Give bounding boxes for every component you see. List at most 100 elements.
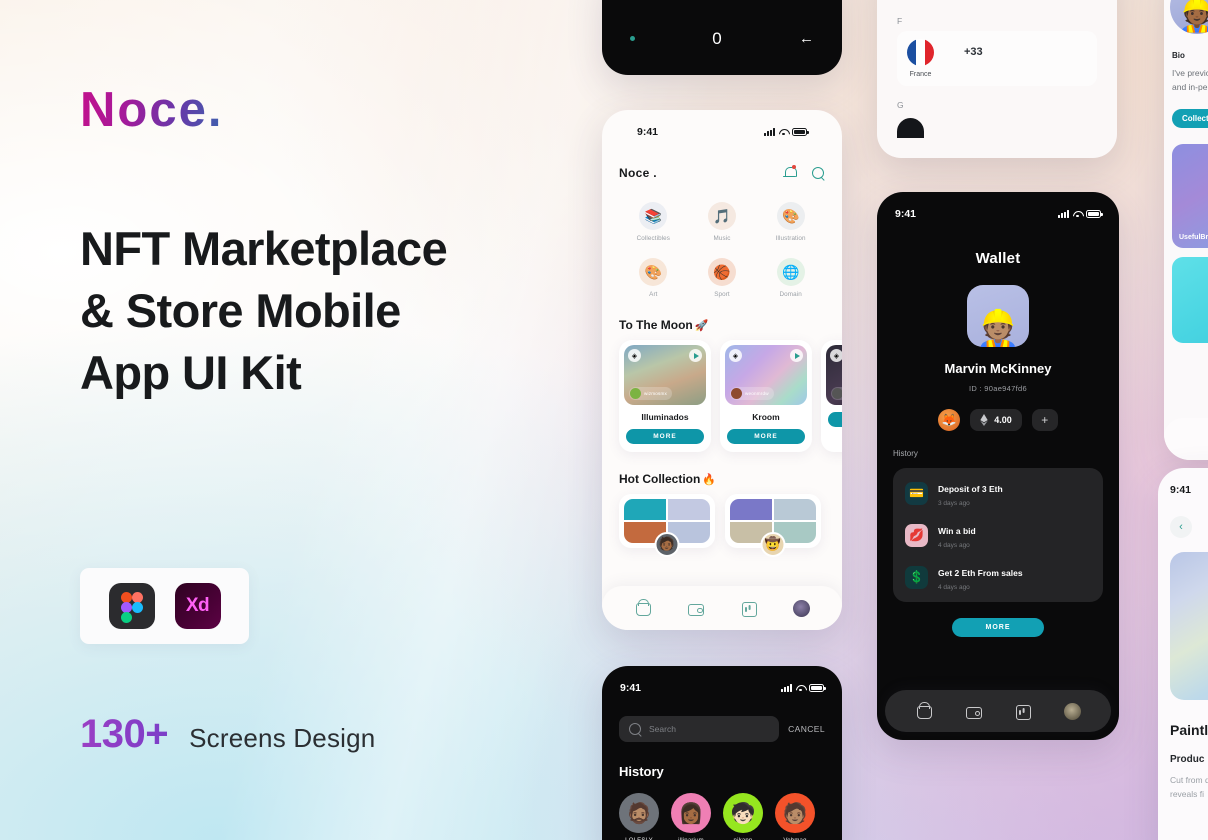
- nft-name: Illuminados: [641, 412, 689, 422]
- nft-more-button[interactable]: MORE: [727, 429, 805, 444]
- tab-stats-icon[interactable]: [1014, 703, 1032, 720]
- collection-badge-icon: ◈: [729, 349, 742, 362]
- to-the-moon-label: To The Moon: [619, 318, 693, 332]
- collection-badge-icon: ◈: [830, 349, 842, 362]
- headline-line-2: & Store Mobile: [80, 284, 401, 338]
- nft-card[interactable]: ◈ weonmrdw Kroom MORE: [720, 340, 812, 452]
- category-item[interactable]: 🎨 Illustration: [756, 202, 825, 242]
- search-screen-mockup: 9:41 Search CANCEL History 🧔🏽LOLESLY 👩🏾il…: [602, 666, 842, 840]
- design-tools-badge: Xd: [80, 568, 249, 644]
- status-time: 9:41: [637, 126, 659, 138]
- wifi-icon: [779, 128, 788, 136]
- transaction-row[interactable]: 💲 Get 2 Eth From sales 4 days ago: [905, 563, 1091, 591]
- nft-card[interactable]: ◈ MORE: [821, 340, 842, 452]
- tab-wallet-icon[interactable]: [965, 703, 982, 720]
- bottom-tab-bar[interactable]: [1164, 418, 1208, 460]
- screens-count-label: Screens Design: [189, 723, 376, 753]
- owner-name: weonmrdw: [745, 391, 769, 396]
- play-icon[interactable]: [790, 349, 803, 362]
- search-icon: [629, 722, 642, 736]
- transaction-row[interactable]: 💳 Deposit of 3 Eth 3 days ago: [905, 479, 1091, 507]
- detail-screen-mockup: 9:41 ‹ Paintl Produc Cut from decorativ …: [1158, 468, 1208, 840]
- bottom-tab-bar[interactable]: [602, 586, 842, 630]
- country-picker-mockup: F France +33 G: [877, 0, 1117, 158]
- category-item[interactable]: 🌐 Domain: [756, 258, 825, 298]
- rocket-icon: 🚀: [694, 319, 709, 332]
- tab-home-icon[interactable]: [915, 702, 932, 720]
- category-item[interactable]: 🏀 Sport: [688, 258, 757, 298]
- nft-owner: weonmrdw: [730, 387, 774, 400]
- collection-avatar: 🧑🏾: [654, 531, 680, 557]
- wallet-more-button[interactable]: MORE: [952, 618, 1044, 637]
- tab-profile-avatar[interactable]: [1063, 702, 1081, 720]
- nft-card[interactable]: ◈ wizmosmx Illuminados MORE: [619, 340, 711, 452]
- to-the-moon-list[interactable]: ◈ wizmosmx Illuminados MORE ◈ weonmrdw Kroom MO…: [619, 340, 842, 452]
- history-user-item[interactable]: 👩🏾illinarium: [671, 793, 711, 840]
- cancel-button[interactable]: CANCEL: [788, 724, 825, 734]
- history-user-item[interactable]: 🧒🏻nikann: [723, 793, 763, 840]
- notification-bell-icon[interactable]: [783, 165, 797, 180]
- product-description: Cut from decorativ lace mim reveals fi: [1170, 775, 1208, 800]
- user-avatar: 🧔🏽: [619, 793, 659, 833]
- nft-more-button[interactable]: MORE: [828, 412, 842, 427]
- headline-line-3: App UI Kit: [80, 346, 302, 400]
- balance-value: 4.00: [994, 415, 1012, 425]
- brand-logo: Noce.: [80, 86, 221, 135]
- nft-more-button[interactable]: MORE: [626, 429, 704, 444]
- transaction-time: 4 days ago: [938, 584, 970, 591]
- nft-name: Kroom: [752, 412, 780, 422]
- hot-collection-card[interactable]: 🤠: [725, 494, 821, 557]
- collect-button[interactable]: Collect: [1172, 109, 1208, 129]
- category-icon: 🎵: [707, 202, 736, 230]
- nft-owner: [831, 387, 842, 400]
- collection-card-2[interactable]: [1172, 257, 1208, 344]
- collection-card-1[interactable]: UsefulBro: [1172, 144, 1208, 249]
- home-header: Noce .: [619, 165, 825, 180]
- wallet-screen-mockup: 9:41 Wallet 👷🏽 Marvin McKinney ID : 90ae…: [877, 192, 1119, 740]
- category-label: Music: [713, 235, 731, 242]
- status-dot-icon: [630, 36, 635, 41]
- category-icon: 🏀: [707, 258, 736, 286]
- owner-avatar: [630, 388, 641, 399]
- history-user-item[interactable]: 🧑🏽Vebmag: [775, 793, 815, 840]
- profile-screen-mockup: 👷🏾 Bio I've previo products relocated an…: [1164, 0, 1208, 460]
- category-item[interactable]: 🎵 Music: [688, 202, 757, 242]
- history-user-item[interactable]: 🧔🏽LOLESLY: [619, 793, 659, 840]
- transaction-row[interactable]: 💋 Win a bid 4 days ago: [905, 521, 1091, 549]
- status-time: 9:41: [1170, 484, 1192, 496]
- category-item[interactable]: 📚 Collectibles: [619, 202, 688, 242]
- tab-wallet-icon[interactable]: [687, 600, 704, 617]
- nft-thumbnail: ◈ wizmosmx: [624, 345, 706, 405]
- tab-home-icon[interactable]: [634, 599, 651, 617]
- metamask-fox-icon[interactable]: 🦊: [938, 409, 961, 431]
- status-time: 9:41: [895, 208, 917, 220]
- status-time: 9:41: [620, 682, 642, 694]
- back-button[interactable]: ‹: [1170, 516, 1192, 538]
- tab-stats-icon[interactable]: [740, 600, 757, 617]
- wifi-icon: [796, 684, 805, 692]
- user-avatar: 🧒🏻: [723, 793, 763, 833]
- hot-collection-list[interactable]: 🧑🏾 🤠: [619, 494, 825, 557]
- country-row-france[interactable]: France +33: [897, 31, 1097, 86]
- category-label: Sport: [714, 291, 730, 298]
- nft-owner: wizmosmx: [629, 387, 673, 400]
- search-input[interactable]: Search: [619, 716, 780, 742]
- home-logo-text: Noce: [619, 166, 650, 180]
- history-user-list[interactable]: 🧔🏽LOLESLY 👩🏾illinarium 🧒🏻nikann 🧑🏽Vebmag: [602, 793, 842, 840]
- back-arrow-icon[interactable]: ←: [799, 30, 814, 47]
- play-icon[interactable]: [689, 349, 702, 362]
- battery-icon: [809, 684, 826, 692]
- category-item[interactable]: 🎨 Art: [619, 258, 688, 298]
- balance-chip[interactable]: 4.00: [970, 409, 1022, 431]
- product-image: [1170, 552, 1208, 700]
- tab-profile-avatar[interactable]: [793, 599, 810, 617]
- search-icon[interactable]: [812, 166, 825, 180]
- collection-badge-icon: ◈: [628, 349, 641, 362]
- hot-collection-card[interactable]: 🧑🏾: [619, 494, 715, 557]
- collection-card-1-label: UsefulBro: [1179, 234, 1208, 242]
- transaction-time: 3 days ago: [938, 500, 970, 507]
- add-funds-button[interactable]: +: [1031, 409, 1058, 431]
- section-header-g: G: [897, 100, 904, 110]
- bottom-tab-bar[interactable]: [885, 690, 1111, 732]
- headline-line-1: NFT Marketplace: [80, 222, 448, 275]
